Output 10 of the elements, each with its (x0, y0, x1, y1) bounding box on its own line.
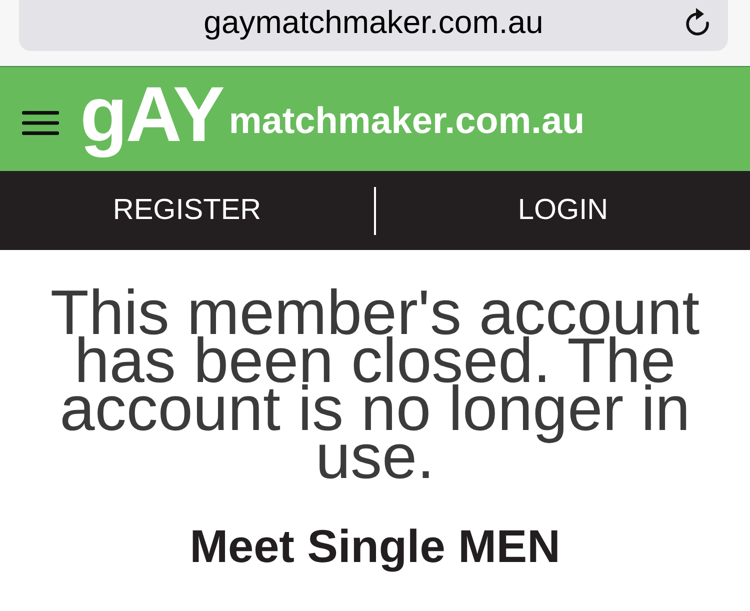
url-text: gaymatchmaker.com.au (204, 6, 544, 38)
section-heading: Meet Single MEN (190, 520, 560, 573)
nav-link[interactable]: LOGIN (518, 194, 608, 228)
address-field[interactable]: gaymatchmaker.com.au (19, 0, 728, 51)
logo-mark: gAY (80, 69, 224, 160)
reload-icon[interactable] (684, 7, 711, 37)
notice-text: This member's account has been closed. The account is no longer in use. (49, 289, 701, 481)
menu-icon[interactable] (22, 111, 59, 135)
nav-link[interactable]: REGISTER (112, 194, 262, 228)
logo-wordmark: matchmaker.com.au (228, 98, 585, 143)
